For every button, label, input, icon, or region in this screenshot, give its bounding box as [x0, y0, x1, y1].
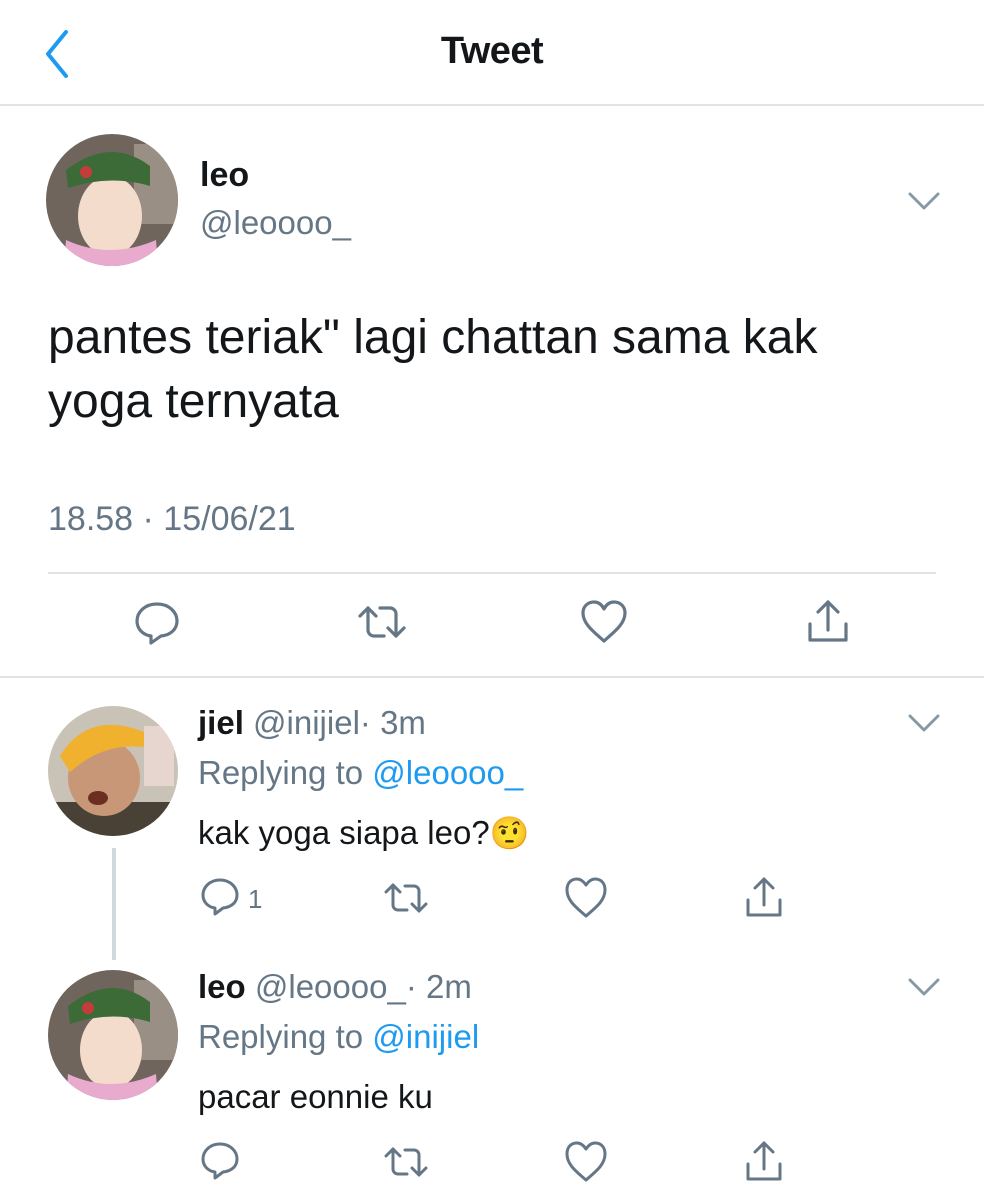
avatar[interactable]: [48, 970, 178, 1100]
like-button[interactable]: [560, 1136, 612, 1188]
retweet-icon: [384, 1147, 428, 1177]
replying-to-link[interactable]: @leoooo_: [372, 754, 523, 791]
share-button[interactable]: [802, 596, 854, 648]
reply-button[interactable]: [198, 872, 250, 924]
like-icon: [565, 1141, 607, 1182]
retweet-button[interactable]: [380, 872, 432, 924]
reply-text: kak yoga siapa leo?🤨: [198, 814, 530, 852]
reply-header: jiel @inijiel· 3m: [198, 704, 426, 742]
reply-author-name[interactable]: leo: [198, 968, 246, 1005]
share-icon: [746, 1141, 782, 1181]
chevron-down-icon: [908, 714, 940, 732]
reply-author-handle[interactable]: @inijiel: [253, 704, 360, 741]
like-icon: [565, 877, 607, 918]
reply-icon: [201, 1142, 239, 1180]
reply-age: · 2m: [405, 968, 472, 1005]
tweet-text: pantes teriak" lagi chattan sama kak yog…: [48, 306, 817, 434]
tweet-text-line: pantes teriak" lagi chattan sama kak: [48, 311, 818, 364]
replying-to-label: Replying to: [198, 1018, 364, 1055]
retweet-button[interactable]: [380, 1136, 432, 1188]
avatar[interactable]: [48, 706, 178, 836]
reply-button[interactable]: [131, 596, 183, 648]
reply-count: 1: [248, 884, 263, 914]
reply-author-handle[interactable]: @leoooo_: [255, 968, 406, 1005]
chevron-down-icon: [908, 192, 940, 210]
reply-menu-button[interactable]: [904, 974, 944, 1000]
tweet-divider: [0, 676, 984, 678]
share-button[interactable]: [738, 1136, 790, 1188]
replying-to: Replying to @inijiel: [198, 1018, 479, 1056]
reply-age: · 3m: [359, 704, 426, 741]
reply-text-content: kak yoga siapa leo?: [198, 814, 490, 851]
retweet-icon: [358, 606, 406, 638]
thread-connector: [112, 848, 116, 960]
avatar[interactable]: [46, 134, 178, 266]
reply-button[interactable]: [198, 1136, 250, 1188]
author-name[interactable]: leo: [200, 156, 249, 195]
reply-icon: [135, 602, 179, 645]
tweet-menu-button[interactable]: [904, 188, 944, 214]
tweet-text-line: yoga ternyata: [48, 375, 339, 428]
retweet-icon: [384, 883, 428, 913]
share-icon: [746, 877, 782, 917]
reply-menu-button[interactable]: [904, 710, 944, 736]
share-icon: [808, 600, 848, 642]
like-button[interactable]: [578, 596, 630, 648]
reply-header: leo @leoooo_· 2m: [198, 968, 472, 1006]
retweet-button[interactable]: [356, 596, 408, 648]
page-title: Tweet: [440, 30, 544, 72]
jiel-avatar-image: [48, 706, 178, 836]
raised-eyebrow-emoji: 🤨: [489, 815, 530, 851]
timestamp-divider: [48, 572, 936, 574]
tweet-timestamp[interactable]: 18.58 · 15/06/21: [48, 500, 296, 539]
leo-avatar-image: [46, 134, 178, 266]
reply-author-name[interactable]: jiel: [198, 704, 244, 741]
leo-avatar-image: [48, 970, 178, 1100]
replying-to-link[interactable]: @inijiel: [372, 1018, 479, 1055]
like-button[interactable]: [560, 872, 612, 924]
header-divider: [0, 104, 984, 106]
reply-text: pacar eonnie ku: [198, 1078, 433, 1115]
like-icon: [581, 600, 627, 643]
replying-to: Replying to @leoooo_: [198, 754, 523, 792]
share-button[interactable]: [738, 872, 790, 924]
chevron-down-icon: [908, 978, 940, 996]
replying-to-label: Replying to: [198, 754, 364, 791]
author-handle[interactable]: @leoooo_: [200, 204, 351, 242]
reply-icon: [201, 878, 239, 916]
